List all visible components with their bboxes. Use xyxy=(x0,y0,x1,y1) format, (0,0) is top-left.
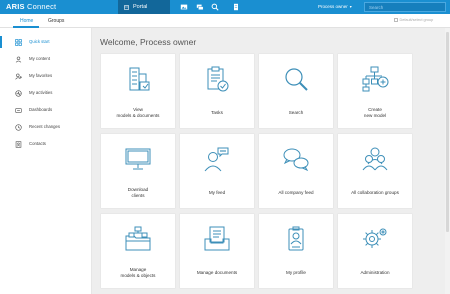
sidebar-item-recent-changes[interactable]: Recent changes xyxy=(0,119,92,135)
tile-label: My profile xyxy=(286,270,306,275)
tile-label: My feed xyxy=(208,190,226,195)
sidebar-item-quick-start[interactable]: Quick start xyxy=(0,34,92,50)
sidebar: Quick start My content My favorites My a… xyxy=(0,28,92,294)
sidebar-item-my-content[interactable]: My content xyxy=(0,51,92,67)
tile-label: Manage documents xyxy=(196,270,238,275)
sidebar-item-label: Dashboards xyxy=(29,107,53,112)
clipboard-check-icon xyxy=(207,66,229,92)
sidebar-item-my-favorites[interactable]: My favorites xyxy=(0,68,92,84)
grid-icon xyxy=(15,38,22,46)
tile-download-clients[interactable]: Download clients xyxy=(101,134,175,208)
badge-icon xyxy=(288,226,304,251)
magnifier-icon xyxy=(285,68,308,91)
document-tray-icon xyxy=(204,226,230,251)
user-menu[interactable]: Process owner ▾ xyxy=(318,4,352,9)
tile-administration[interactable]: Administration xyxy=(338,214,412,288)
tile-label: View models & documents xyxy=(116,107,160,118)
tile-my-profile[interactable]: My profile xyxy=(259,214,333,288)
tab-home[interactable]: Home xyxy=(20,18,33,24)
search-input[interactable]: Search xyxy=(364,2,446,12)
user-icon xyxy=(15,56,22,63)
scrollbar[interactable] xyxy=(445,28,450,294)
tile-label: Create new model xyxy=(363,107,387,118)
tile-manage-models-objects[interactable]: Manage models & objects xyxy=(101,214,175,288)
app-logo[interactable]: ARIS Connect xyxy=(6,2,56,11)
building-icon xyxy=(129,67,150,91)
contacts-icon xyxy=(15,140,22,148)
hierarchy-plus-icon xyxy=(362,66,389,92)
dashboard-icon xyxy=(15,107,22,113)
tile-view-models-documents[interactable]: View models & documents xyxy=(101,54,175,128)
folder-models-icon xyxy=(125,226,151,251)
activity-icon xyxy=(15,89,22,97)
heart-user-icon xyxy=(15,73,22,80)
sidebar-item-label: Recent changes xyxy=(29,124,61,129)
checkbox-icon xyxy=(394,18,398,22)
portal-icon xyxy=(124,4,129,10)
top-bar: ARIS Connect Portal Process owner ▾ Searc… xyxy=(0,0,450,14)
main-content: Welcome, Process owner View models & doc… xyxy=(92,28,450,294)
document-icon[interactable] xyxy=(232,3,240,11)
page-title: Welcome, Process owner xyxy=(100,37,197,47)
portal-button[interactable]: Portal xyxy=(118,0,170,14)
sidebar-item-label: My activities xyxy=(29,90,53,95)
group-selector[interactable]: Default/select group xyxy=(394,18,433,22)
tile-create-new-model[interactable]: Create new model xyxy=(338,54,412,128)
tab-groups[interactable]: Groups xyxy=(48,18,64,24)
tile-label: All collaboration groups xyxy=(351,190,399,195)
monitor-icon xyxy=(125,148,151,170)
scrollbar-thumb[interactable] xyxy=(446,32,449,232)
sidebar-item-label: Contacts xyxy=(29,141,46,146)
chat-bubbles-icon xyxy=(283,148,309,172)
tile-label: All company feed xyxy=(278,190,314,195)
sidebar-item-contacts[interactable]: Contacts xyxy=(0,136,92,152)
tile-all-collaboration-groups[interactable]: All collaboration groups xyxy=(338,134,412,208)
tab-bar: Home Groups Default/select group xyxy=(0,14,450,28)
tile-label: Tasks xyxy=(211,110,223,115)
search-icon[interactable] xyxy=(211,3,219,11)
gears-icon xyxy=(363,228,387,248)
sidebar-item-my-activities[interactable]: My activities xyxy=(0,85,92,101)
caret-down-icon: ▾ xyxy=(349,3,352,9)
group-icon xyxy=(362,147,388,171)
tile-my-feed[interactable]: My feed xyxy=(180,134,254,208)
image-icon[interactable] xyxy=(180,3,188,11)
sidebar-item-label: My favorites xyxy=(29,73,53,78)
active-indicator xyxy=(0,36,2,48)
chat-icon[interactable] xyxy=(196,3,204,11)
person-chat-icon xyxy=(204,147,229,172)
tile-search[interactable]: Search xyxy=(259,54,333,128)
tile-label: Manage models & objects xyxy=(120,267,156,278)
tile-label: Download clients xyxy=(127,187,149,198)
tile-label: Search xyxy=(288,110,304,115)
sidebar-item-label: My content xyxy=(29,56,51,61)
tile-manage-documents[interactable]: Manage documents xyxy=(180,214,254,288)
sidebar-item-label: Quick start xyxy=(29,39,50,44)
sidebar-item-dashboards[interactable]: Dashboards xyxy=(0,102,92,118)
clock-icon xyxy=(15,123,22,131)
tile-tasks[interactable]: Tasks xyxy=(180,54,254,128)
tile-all-company-feed[interactable]: All company feed xyxy=(259,134,333,208)
tile-label: Administration xyxy=(360,270,390,275)
